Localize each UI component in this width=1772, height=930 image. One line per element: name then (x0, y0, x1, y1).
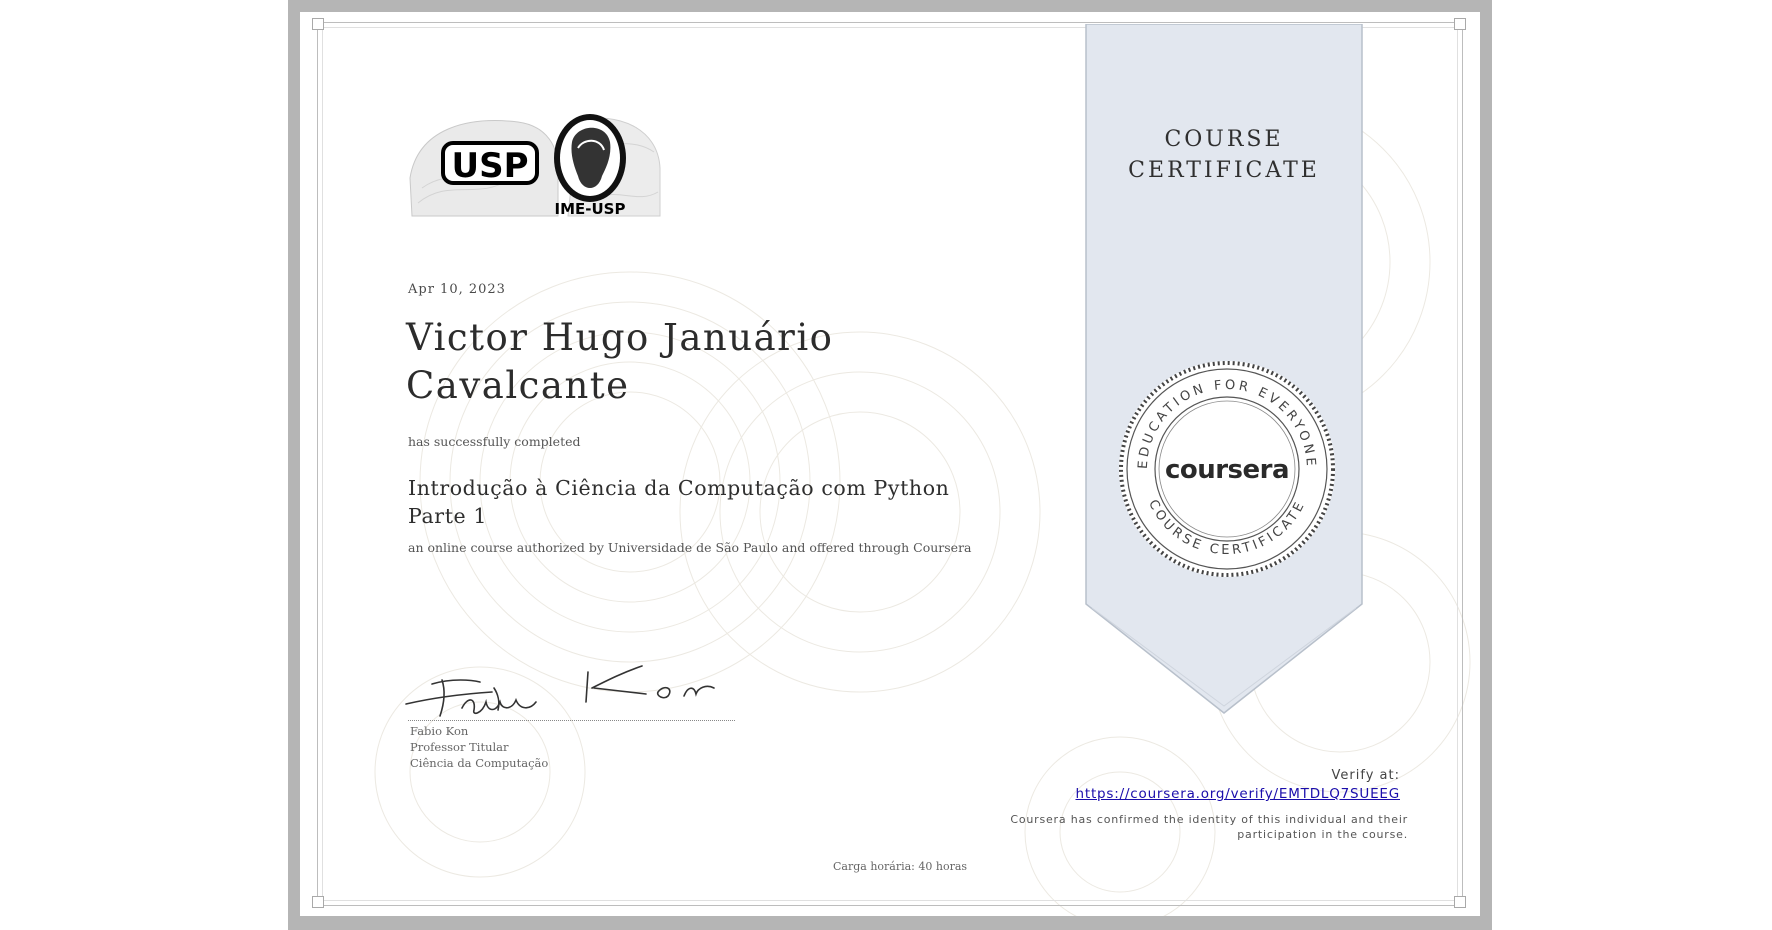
coursera-seal: EDUCATION FOR EVERYONE COURSE CERTIFICAT… (1119, 361, 1335, 577)
recipient-name-line1: Victor Hugo Januário (406, 316, 834, 359)
recipient-name: Victor Hugo Januário Cavalcante (406, 314, 1006, 410)
course-hours: Carga horária: 40 horas (833, 860, 968, 873)
verify-link[interactable]: https://coursera.org/verify/EMTDLQ7SUEEG (1076, 786, 1401, 802)
usp-wordmark: USP (451, 146, 528, 186)
corner-ornament-bottom-left (312, 896, 324, 908)
identity-confirmation: Coursera has confirmed the identity of t… (1010, 813, 1408, 841)
signature-line (408, 720, 735, 721)
offered-text: an online course authorized by Universid… (408, 540, 972, 555)
certificate-ribbon: COURSE CERTIFICATE EDUCATION FOR EVERYON… (1085, 24, 1363, 714)
course-title-line1: Introdução à Ciência da Computação com P… (408, 476, 950, 500)
seal-brand: coursera (1165, 455, 1289, 485)
ribbon-title-line1: COURSE (1164, 127, 1284, 152)
verification-block: Verify at: https://coursera.org/verify/E… (1076, 768, 1401, 802)
signer-department: Ciência da Computação (410, 756, 549, 770)
ribbon-title: COURSE CERTIFICATE (1085, 124, 1363, 186)
ribbon-title-line2: CERTIFICATE (1128, 158, 1320, 183)
course-title-line2: Parte 1 (408, 504, 488, 528)
corner-ornament-top-right (1454, 18, 1466, 30)
course-title: Introdução à Ciência da Computação com P… (408, 474, 1008, 530)
verify-label: Verify at: (1331, 768, 1400, 783)
completion-date: Apr 10, 2023 (408, 282, 506, 297)
ime-usp-logo: USP IME-USP (409, 114, 661, 218)
certificate-sheet: COURSE CERTIFICATE EDUCATION FOR EVERYON… (288, 0, 1492, 930)
signature (405, 665, 715, 717)
signer-name: Fabio Kon (410, 724, 469, 738)
certificate-paper: COURSE CERTIFICATE EDUCATION FOR EVERYON… (300, 12, 1480, 916)
corner-ornament-top-left (312, 18, 324, 30)
ime-usp-wordmark: IME-USP (555, 200, 626, 218)
recipient-name-line2: Cavalcante (406, 364, 630, 407)
corner-ornament-bottom-right (1454, 896, 1466, 908)
signer-title: Professor Titular (410, 740, 509, 754)
completed-text: has successfully completed (408, 434, 581, 449)
